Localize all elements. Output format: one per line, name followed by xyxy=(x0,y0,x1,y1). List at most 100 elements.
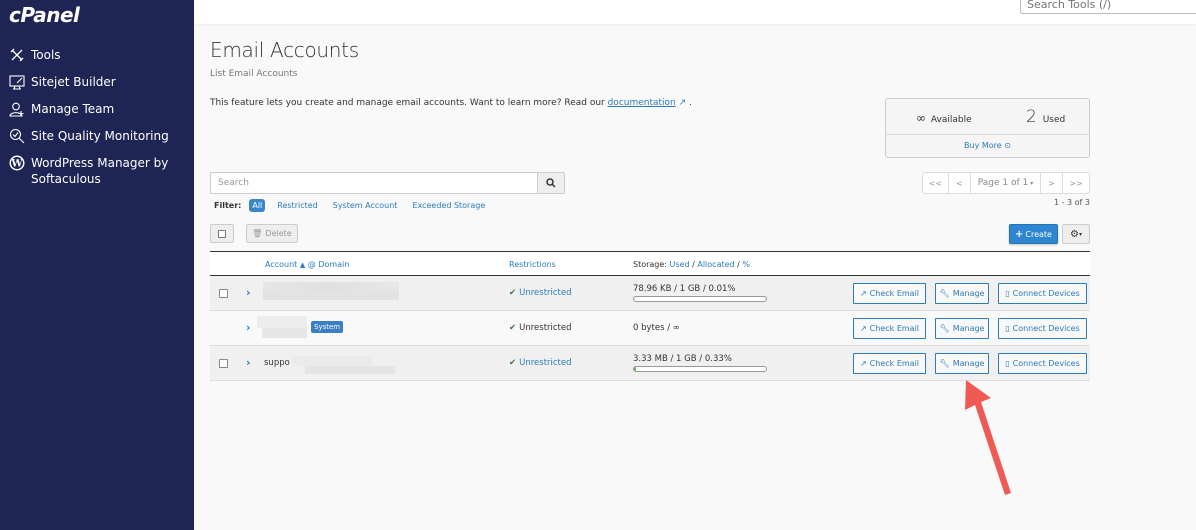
expand-row-chevron-icon[interactable]: › xyxy=(246,286,251,299)
check-email-label: Check Email xyxy=(869,359,920,368)
filter-all[interactable]: All xyxy=(249,199,266,212)
svg-text:W: W xyxy=(10,159,23,170)
connect-devices-button[interactable]: ▯ Connect Devices xyxy=(998,353,1087,374)
row-checkbox[interactable] xyxy=(219,289,228,298)
redacted-account xyxy=(292,356,372,366)
mobile-icon: ▯ xyxy=(1005,359,1010,368)
connect-devices-button[interactable]: ▯ Connect Devices xyxy=(998,283,1087,304)
monitor-brush-icon xyxy=(8,73,26,91)
external-link-icon: ↗ xyxy=(859,289,867,298)
mobile-icon: ▯ xyxy=(1005,324,1010,333)
page-label: Page 1 of 1 xyxy=(977,178,1029,188)
used-value: 2 xyxy=(1026,107,1037,127)
row-actions: ↗ Check Email 🔧︎ Manage ▯ Connect Devices xyxy=(853,283,1087,304)
storage-usage: 3.33 MB / 1 GB / 0.33% xyxy=(633,354,732,364)
top-bar xyxy=(194,0,1196,24)
mobile-icon: ▯ xyxy=(1005,289,1010,298)
intro-body: This feature lets you create and manage … xyxy=(210,98,608,108)
sidebar-item-site-quality[interactable]: Site Quality Monitoring xyxy=(0,126,194,153)
buy-more-link[interactable]: Buy More ⊙ xyxy=(886,135,1089,158)
filter-exceeded-storage[interactable]: Exceeded Storage xyxy=(412,201,485,210)
cpanel-logo[interactable]: cPanel xyxy=(9,3,80,27)
caret-down-icon: ▾ xyxy=(1030,179,1034,187)
sidebar-item-sitejet[interactable]: Sitejet Builder xyxy=(0,72,194,99)
expand-row-chevron-icon[interactable]: › xyxy=(246,321,251,334)
check-email-button[interactable]: ↗ Check Email xyxy=(853,318,926,339)
wrench-icon: 🔧︎ xyxy=(939,289,950,298)
sidebar-item-manage-team[interactable]: Manage Team xyxy=(0,99,194,126)
filter-system-account[interactable]: System Account xyxy=(333,201,398,210)
domain-header-label: @ Domain xyxy=(307,260,350,269)
search-check-icon xyxy=(8,127,26,145)
documentation-link[interactable]: documentation xyxy=(608,98,676,108)
search-tools-input[interactable] xyxy=(1020,0,1196,14)
storage-prefix: Storage: xyxy=(633,260,667,269)
expand-row-chevron-icon[interactable]: › xyxy=(246,356,251,369)
restriction-status[interactable]: ✔ Unrestricted xyxy=(509,288,572,298)
storage-progress-fill xyxy=(634,367,636,371)
settings-dropdown-button[interactable]: ⚙ ▾ xyxy=(1062,224,1090,244)
manage-button[interactable]: 🔧︎ Manage xyxy=(935,353,989,374)
restriction-label: Unrestricted xyxy=(519,358,572,368)
used-label: Used xyxy=(1042,115,1066,125)
table-row: › suppo ✔ Unrestricted 3.33 MB / 1 GB / … xyxy=(210,346,1090,381)
account-search xyxy=(210,172,565,194)
connect-devices-label: Connect Devices xyxy=(1012,289,1080,298)
manage-button[interactable]: 🔧︎ Manage xyxy=(935,318,989,339)
available-value: ∞ xyxy=(916,111,926,125)
first-page-button[interactable]: << xyxy=(923,173,949,193)
row-checkbox[interactable] xyxy=(219,359,228,368)
prev-page-button[interactable]: < xyxy=(949,173,971,193)
user-add-icon xyxy=(8,100,26,118)
connect-devices-button[interactable]: ▯ Connect Devices xyxy=(998,318,1087,339)
used-stat: 2 Used xyxy=(1026,107,1065,127)
sidebar-item-wordpress-manager[interactable]: W WordPress Manager by Softaculous xyxy=(0,153,194,189)
sidebar-nav: Tools Sitejet Builder Manage Team Site Q… xyxy=(0,45,194,189)
table-row: › ✔ Unrestricted 78.96 KB / 1 GB / 0.01%… xyxy=(210,276,1090,311)
row-actions: ↗ Check Email 🔧︎ Manage ▯ Connect Devices xyxy=(853,318,1087,339)
storage-progress-bar xyxy=(633,296,767,302)
check-email-button[interactable]: ↗ Check Email xyxy=(853,283,926,304)
filter-restricted[interactable]: Restricted xyxy=(277,201,317,210)
check-email-button[interactable]: ↗ Check Email xyxy=(853,353,926,374)
sidebar-item-tools[interactable]: Tools xyxy=(0,45,194,72)
storage-usage: 78.96 KB / 1 GB / 0.01% xyxy=(633,284,736,294)
restrictions-header[interactable]: Restrictions xyxy=(509,260,556,269)
gear-icon: ⚙ xyxy=(1070,228,1079,240)
filter-label: Filter: xyxy=(214,201,242,210)
restriction-status[interactable]: ✔ Unrestricted xyxy=(509,358,572,368)
last-page-button[interactable]: >> xyxy=(1063,173,1089,193)
storage-progress-bar xyxy=(633,366,767,372)
annotation-arrow-icon xyxy=(965,380,1011,495)
search-button[interactable] xyxy=(538,172,565,194)
connect-devices-label: Connect Devices xyxy=(1012,359,1080,368)
page-select[interactable]: Page 1 of 1 ▾ xyxy=(971,173,1041,193)
wrench-icon: 🔧︎ xyxy=(939,324,950,333)
redacted-account xyxy=(305,366,395,374)
manage-label: Manage xyxy=(952,289,985,298)
sidebar-item-label: Tools xyxy=(31,48,61,62)
search-input[interactable] xyxy=(210,172,538,194)
select-all-checkbox[interactable] xyxy=(210,224,234,243)
delete-button[interactable]: 🗑︎ Delete xyxy=(246,224,298,243)
check-email-label: Check Email xyxy=(869,324,920,333)
connect-devices-label: Connect Devices xyxy=(1012,324,1080,333)
restriction-status: ✔ Unrestricted xyxy=(509,323,572,333)
sort-allocated-link[interactable]: Allocated xyxy=(697,260,734,269)
stats-summary: ∞ Available 2 Used xyxy=(886,99,1089,135)
tools-icon xyxy=(8,46,26,64)
create-label: Create xyxy=(1025,229,1052,239)
external-link-icon: ↗ xyxy=(859,324,867,333)
storage-header: Storage: Used / Allocated / % xyxy=(633,260,750,269)
create-button[interactable]: + Create xyxy=(1009,224,1058,244)
next-page-button[interactable]: > xyxy=(1041,173,1063,193)
manage-button[interactable]: 🔧︎ Manage xyxy=(935,283,989,304)
sort-used-link[interactable]: Used xyxy=(670,260,690,269)
sort-up-icon: ▲ xyxy=(299,261,306,269)
available-label: Available xyxy=(930,115,972,125)
trash-icon: 🗑︎ xyxy=(252,229,263,238)
account-name: suppo xyxy=(264,358,290,368)
intro-end: . xyxy=(686,98,692,108)
sort-percent-link[interactable]: % xyxy=(742,260,750,269)
account-domain-header[interactable]: Account ▲ @ Domain xyxy=(265,260,349,269)
